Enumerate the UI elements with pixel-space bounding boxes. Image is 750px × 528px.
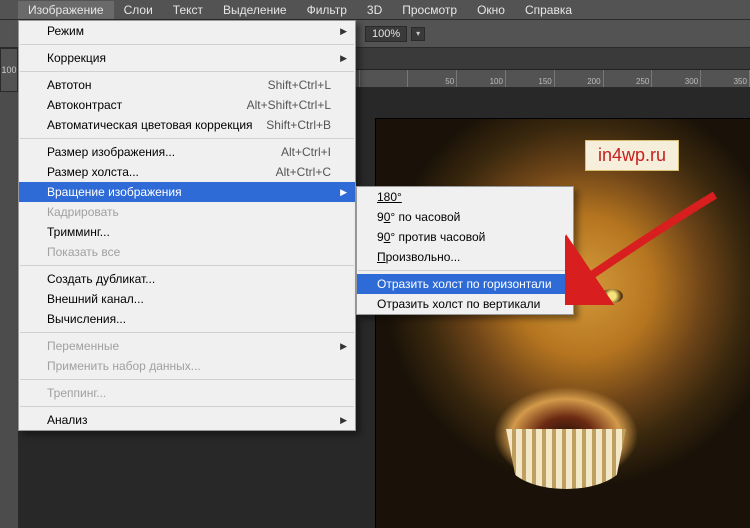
menu-layers[interactable]: Слои (114, 1, 163, 19)
submenu-arrow-icon: ▶ (340, 26, 347, 37)
submenu-90ccw[interactable]: 90° против часовой (357, 227, 573, 247)
separator (20, 138, 354, 139)
menu-adjustments[interactable]: Коррекция▶ (19, 48, 355, 68)
menubar: Изображение Слои Текст Выделение Фильтр … (0, 0, 750, 20)
menu-trim[interactable]: Тримминг... (19, 222, 355, 242)
menu-window[interactable]: Окно (467, 1, 515, 19)
rotation-submenu: 180° 90° по часовой 90° против часовой П… (356, 186, 574, 315)
submenu-arrow-icon: ▶ (340, 53, 347, 64)
menu-view[interactable]: Просмотр (392, 1, 467, 19)
image-detail (601, 289, 623, 303)
zoom-dropdown-icon[interactable]: ▾ (411, 27, 425, 41)
submenu-arbitrary[interactable]: Произвольно... (357, 247, 573, 267)
separator (20, 332, 354, 333)
separator (20, 44, 354, 45)
submenu-flip-horizontal[interactable]: Отразить холст по горизонтали (357, 274, 573, 294)
ruler-origin: 100 (0, 48, 18, 92)
menu-autotone[interactable]: АвтотонShift+Ctrl+L (19, 75, 355, 95)
menu-help[interactable]: Справка (515, 1, 582, 19)
menu-autocolor[interactable]: Автоматическая цветовая коррекцияShift+C… (19, 115, 355, 135)
menu-canvas-size[interactable]: Размер холста...Alt+Ctrl+C (19, 162, 355, 182)
menu-duplicate[interactable]: Создать дубликат... (19, 269, 355, 289)
document-image (375, 118, 750, 528)
menu-analysis[interactable]: Анализ▶ (19, 410, 355, 430)
menu-select[interactable]: Выделение (213, 1, 297, 19)
submenu-arrow-icon: ▶ (340, 415, 347, 426)
menu-3d[interactable]: 3D (357, 1, 392, 19)
submenu-90cw[interactable]: 90° по часовой (357, 207, 573, 227)
watermark: in4wp.ru (585, 140, 679, 171)
separator (20, 71, 354, 72)
submenu-arrow-icon: ▶ (340, 341, 347, 352)
separator (20, 406, 354, 407)
menu-text[interactable]: Текст (163, 1, 213, 19)
menu-variables: Переменные▶ (19, 336, 355, 356)
menu-filter[interactable]: Фильтр (297, 1, 357, 19)
menu-autocontrast[interactable]: АвтоконтрастAlt+Shift+Ctrl+L (19, 95, 355, 115)
submenu-180[interactable]: 180° (357, 187, 573, 207)
menu-image-rotation[interactable]: Вращение изображения▶ (19, 182, 355, 202)
separator (20, 265, 354, 266)
submenu-arrow-icon: ▶ (340, 187, 347, 198)
submenu-flip-vertical[interactable]: Отразить холст по вертикали (357, 294, 573, 314)
menu-crop: Кадрировать (19, 202, 355, 222)
image-menu-dropdown: Режим▶ Коррекция▶ АвтотонShift+Ctrl+L Ав… (18, 20, 356, 431)
menu-calculations[interactable]: Вычисления... (19, 309, 355, 329)
separator (358, 270, 572, 271)
menu-mode[interactable]: Режим▶ (19, 21, 355, 41)
menu-reveal-all: Показать все (19, 242, 355, 262)
menu-apply-image[interactable]: Внешний канал... (19, 289, 355, 309)
zoom-value[interactable]: 100% (365, 26, 407, 42)
menu-trap: Треппинг... (19, 383, 355, 403)
menu-image-size[interactable]: Размер изображения...Alt+Ctrl+I (19, 142, 355, 162)
menu-apply-dataset: Применить набор данных... (19, 356, 355, 376)
menu-image[interactable]: Изображение (18, 1, 114, 19)
separator (20, 379, 354, 380)
